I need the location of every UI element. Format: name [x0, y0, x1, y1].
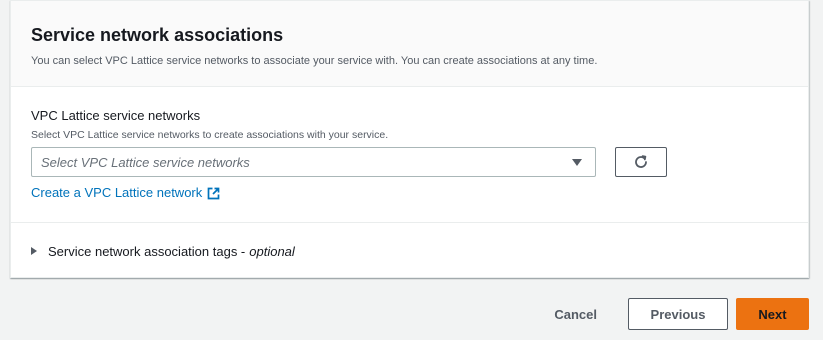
create-network-link[interactable]: Create a VPC Lattice network — [31, 185, 220, 201]
select-row: Select VPC Lattice service networks — [31, 147, 788, 177]
wizard-actions: Cancel Previous Next — [544, 298, 809, 330]
service-network-associations-panel: Service network associations You can sel… — [10, 0, 809, 278]
external-link-icon — [207, 187, 220, 200]
panel-header: Service network associations You can sel… — [11, 1, 808, 87]
tags-optional-label: optional — [249, 243, 295, 259]
refresh-button[interactable] — [615, 147, 667, 177]
previous-button[interactable]: Previous — [628, 298, 728, 330]
service-networks-select[interactable]: Select VPC Lattice service networks — [31, 147, 596, 177]
service-networks-label: VPC Lattice service networks — [31, 108, 201, 123]
page: Service network associations You can sel… — [0, 0, 823, 340]
select-placeholder: Select VPC Lattice service networks — [41, 154, 250, 170]
service-networks-description: Select VPC Lattice service networks to c… — [31, 129, 389, 141]
caret-right-icon — [31, 247, 37, 255]
refresh-icon — [633, 154, 649, 170]
panel-body: VPC Lattice service networks Select VPC … — [11, 87, 808, 223]
panel-title: Service network associations — [31, 25, 284, 45]
cancel-button[interactable]: Cancel — [544, 298, 607, 330]
tags-label: Service network association tags - — [48, 243, 246, 259]
panel-description: You can select VPC Lattice service netwo… — [31, 55, 598, 67]
tags-expandable-section[interactable]: Service network association tags - optio… — [11, 223, 808, 279]
next-button[interactable]: Next — [736, 298, 809, 330]
caret-down-icon — [572, 158, 582, 166]
create-network-link-text: Create a VPC Lattice network — [31, 185, 203, 200]
